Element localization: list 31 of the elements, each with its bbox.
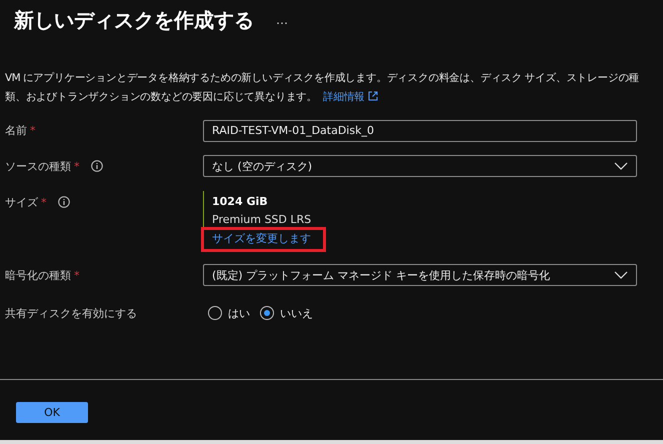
radio-label: はい <box>228 306 250 320</box>
field-label: サイズ <box>5 194 38 210</box>
more-menu-button[interactable]: … <box>276 13 288 27</box>
dropdown-value: (既定) プラットフォーム マネージド キーを使用した保存時の暗号化 <box>212 268 550 282</box>
field-label: 暗号化の種類 <box>5 268 71 282</box>
required-asterisk: * <box>30 124 36 136</box>
description-text: VM にアプリケーションとデータを格納するための新しいディスクを作成します。ディスクの料金は、ディスク サイズ、ストレージの種類、およびトランザクションの数などの要因に応じて異なります。 詳細情報 <box>5 71 640 105</box>
dropdown-value: なし (空のディスク) <box>212 158 312 174</box>
disk-size-text: 1024 GiB <box>212 195 268 208</box>
field-label: ソースの種類 <box>5 158 71 174</box>
page-title: 新しいディスクを作成する <box>14 6 254 34</box>
dropdown-field[interactable]: なし (空のディスク) <box>203 155 637 177</box>
field-label: 共有ディスクを有効にする <box>5 306 137 320</box>
radio-button[interactable] <box>208 306 222 320</box>
chevron-down-icon <box>614 271 628 279</box>
radio-label: いいえ <box>280 306 313 320</box>
chevron-down-icon <box>614 162 628 170</box>
name-input-field[interactable]: RAID-TEST-VM-01_DataDisk_0 <box>203 120 637 142</box>
radio-button[interactable] <box>260 306 274 320</box>
learn-more-link[interactable]: 詳細情報 <box>323 91 378 103</box>
disk-tier-text: Premium SSD LRS <box>212 213 312 226</box>
required-asterisk: * <box>41 196 46 208</box>
field-label: 名前 <box>5 122 27 138</box>
info-icon[interactable] <box>90 160 102 172</box>
required-asterisk: * <box>74 268 80 282</box>
ok-button[interactable]: OK <box>16 402 88 423</box>
required-asterisk: * <box>74 160 80 172</box>
change-size-link[interactable]: サイズを変更します <box>201 227 326 252</box>
external-link-icon <box>368 91 378 101</box>
info-icon[interactable] <box>58 196 70 208</box>
dropdown-field[interactable]: (既定) プラットフォーム マネージド キーを使用した保存時の暗号化 <box>203 264 637 286</box>
